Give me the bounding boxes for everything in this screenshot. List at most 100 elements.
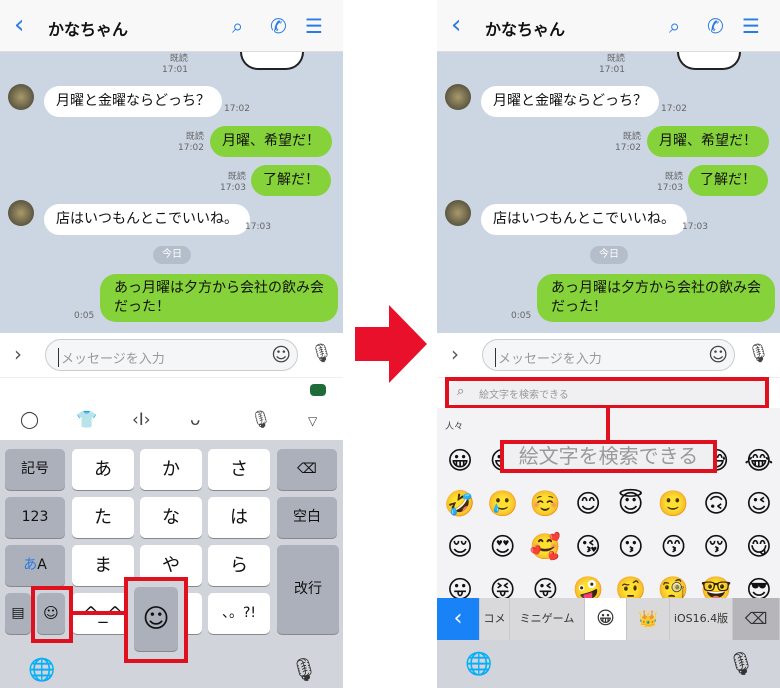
emoji[interactable]: 😇 (611, 489, 651, 519)
message-bubble[interactable]: あっ月曜は夕方から会社の飲み会 だった！ (537, 274, 775, 322)
back-chevron-icon[interactable]: ‹ (451, 10, 461, 40)
back-chevron-icon[interactable]: ‹ (14, 10, 24, 40)
emoji[interactable]: ☺️ (525, 489, 565, 519)
bear-face-icon[interactable]: ᴗ (190, 410, 200, 430)
key[interactable]: あ (72, 449, 134, 490)
message-bubble[interactable]: 月曜と金曜ならどっち？ (44, 86, 222, 117)
emoji[interactable]: 😘 (568, 532, 608, 562)
key[interactable]: た (72, 497, 134, 538)
message-bubble[interactable]: 月曜、希望だ！ (647, 126, 769, 157)
back-chevron-icon[interactable]: ‹ (437, 598, 480, 640)
message-time: 17:02 (661, 104, 687, 114)
key[interactable]: 、。?! (208, 593, 270, 634)
globe-icon[interactable]: 🌐 (465, 652, 492, 677)
key[interactable]: ⌫ (277, 449, 337, 490)
message-bubble[interactable]: 店はいつもんとこでいいね。 (481, 204, 687, 235)
menu-icon[interactable]: ☰ (742, 14, 760, 38)
tab-crown[interactable]: 👑 (627, 598, 670, 640)
sticker-tab-bar: ‹ コメ ミニゲーム 😀 👑 iOS16.4版 ⌫ (437, 598, 780, 640)
search-icon[interactable]: ⌕ (669, 14, 680, 38)
tab-emoji[interactable]: 😀 (585, 598, 627, 640)
emoji[interactable]: 🥰 (525, 532, 565, 562)
mic-icon[interactable]: 🎙 (727, 652, 755, 677)
message-time: 17:02 (224, 104, 250, 114)
tab-comment[interactable]: コメ (480, 598, 510, 640)
emoji[interactable]: 🤣 (440, 489, 480, 519)
shirt-icon[interactable]: 👕 (76, 410, 97, 430)
emoji-key-zoomed: ☺ (134, 587, 178, 651)
message-bubble[interactable]: 了解だ！ (688, 165, 768, 196)
chat-title: かなちゃん (48, 20, 129, 39)
menu-icon[interactable]: ☰ (305, 14, 323, 38)
key[interactable]: か (140, 449, 202, 490)
chat-title: かなちゃん (485, 20, 566, 39)
key[interactable]: さ (208, 449, 270, 490)
key[interactable]: は (208, 497, 270, 538)
message-input[interactable]: メッセージを入力 ☺ (45, 339, 298, 371)
key[interactable]: 記号 (5, 449, 65, 490)
emoji[interactable]: 😊 (568, 489, 608, 519)
read-receipt: 既読 17:03 (657, 172, 683, 193)
avatar (445, 84, 471, 110)
cursor-move-icon[interactable]: ‹I› (132, 410, 151, 430)
highlight-connector (606, 408, 610, 441)
highlight-box (445, 377, 769, 409)
sticker-image (240, 52, 304, 70)
collapse-triangle-icon[interactable]: ▽ (308, 414, 317, 428)
emoji[interactable]: 😀 (440, 446, 480, 476)
chat-bubble-icon[interactable]: ◯ (20, 410, 39, 430)
input-bar: › メッセージを入力 ☺ 🎙 (0, 333, 343, 378)
mic-icon[interactable]: 🎙 (310, 343, 333, 364)
tab-minigame[interactable]: ミニゲーム (510, 598, 585, 640)
tab-ios[interactable]: iOS16.4版 (670, 598, 733, 640)
globe-icon[interactable]: 🌐 (28, 658, 55, 683)
mic-icon[interactable]: 🎙 (250, 410, 272, 430)
emoji[interactable]: 🥲 (483, 489, 523, 519)
emoji-icon[interactable]: ☺ (271, 344, 291, 366)
key[interactable]: な (140, 497, 202, 538)
emoji[interactable]: 🙂 (654, 489, 694, 519)
message-bubble[interactable]: 月曜と金曜ならどっち？ (481, 86, 659, 117)
chat-key-icon[interactable]: ▤ (5, 593, 31, 634)
expand-chevron-icon[interactable]: › (14, 342, 22, 366)
emoji[interactable]: 😋 (739, 532, 779, 562)
chat-header: ‹ かなちゃん ⌕ ✆ ☰ (437, 0, 780, 52)
delete-icon[interactable]: ⌫ (733, 598, 780, 640)
read-receipt: 既読 17:03 (220, 172, 246, 193)
emoji[interactable]: 😉 (739, 489, 779, 519)
read-receipt: 既読 17:02 (178, 132, 204, 153)
avatar (8, 200, 34, 226)
emoji[interactable]: 😍 (483, 532, 523, 562)
message-bubble[interactable]: 店はいつもんとこでいいね。 (44, 204, 250, 235)
enter-key[interactable]: 改行 (277, 545, 339, 634)
phone-after: ‹ かなちゃん ⌕ ✆ ☰ 既読 17:01 月曜と金曜ならどっち？ 17:02 … (437, 0, 780, 688)
emoji-icon[interactable]: ☺ (708, 344, 728, 366)
emoji[interactable]: 😂 (739, 446, 779, 476)
search-icon[interactable]: ⌕ (232, 14, 243, 38)
expand-chevron-icon[interactable]: › (451, 342, 459, 366)
phone-icon[interactable]: ✆ (707, 14, 724, 38)
mic-icon[interactable]: 🎙 (747, 343, 770, 364)
callout-label: 絵文字を検索できる (500, 440, 717, 473)
message-bubble[interactable]: 月曜、希望だ！ (210, 126, 332, 157)
emoji[interactable]: 😙 (654, 532, 694, 562)
emoji[interactable]: 😚 (696, 532, 736, 562)
message-bubble[interactable]: 了解だ！ (251, 165, 331, 196)
read-receipt: 既読 17:01 (162, 54, 188, 75)
highlight-connector (73, 611, 125, 615)
sticker-image (677, 52, 741, 70)
emoji[interactable]: 🙃 (696, 489, 736, 519)
read-receipt: 既読 17:01 (599, 54, 625, 75)
message-input[interactable]: メッセージを入力 ☺ (482, 339, 735, 371)
emoji[interactable]: 😌 (440, 532, 480, 562)
phone-icon[interactable]: ✆ (270, 14, 287, 38)
sticker-thumbnail-icon[interactable] (310, 384, 326, 396)
arrow-icon (355, 305, 427, 383)
emoji[interactable]: 😗 (611, 532, 651, 562)
mic-icon[interactable]: 🎙 (290, 658, 318, 683)
kana-switch-key[interactable]: あA (5, 545, 65, 586)
message-bubble[interactable]: あっ月曜は夕方から会社の飲み会 だった！ (100, 274, 338, 322)
key[interactable]: ら (208, 545, 270, 586)
key[interactable]: 空白 (277, 497, 337, 538)
key[interactable]: 123 (5, 497, 65, 538)
